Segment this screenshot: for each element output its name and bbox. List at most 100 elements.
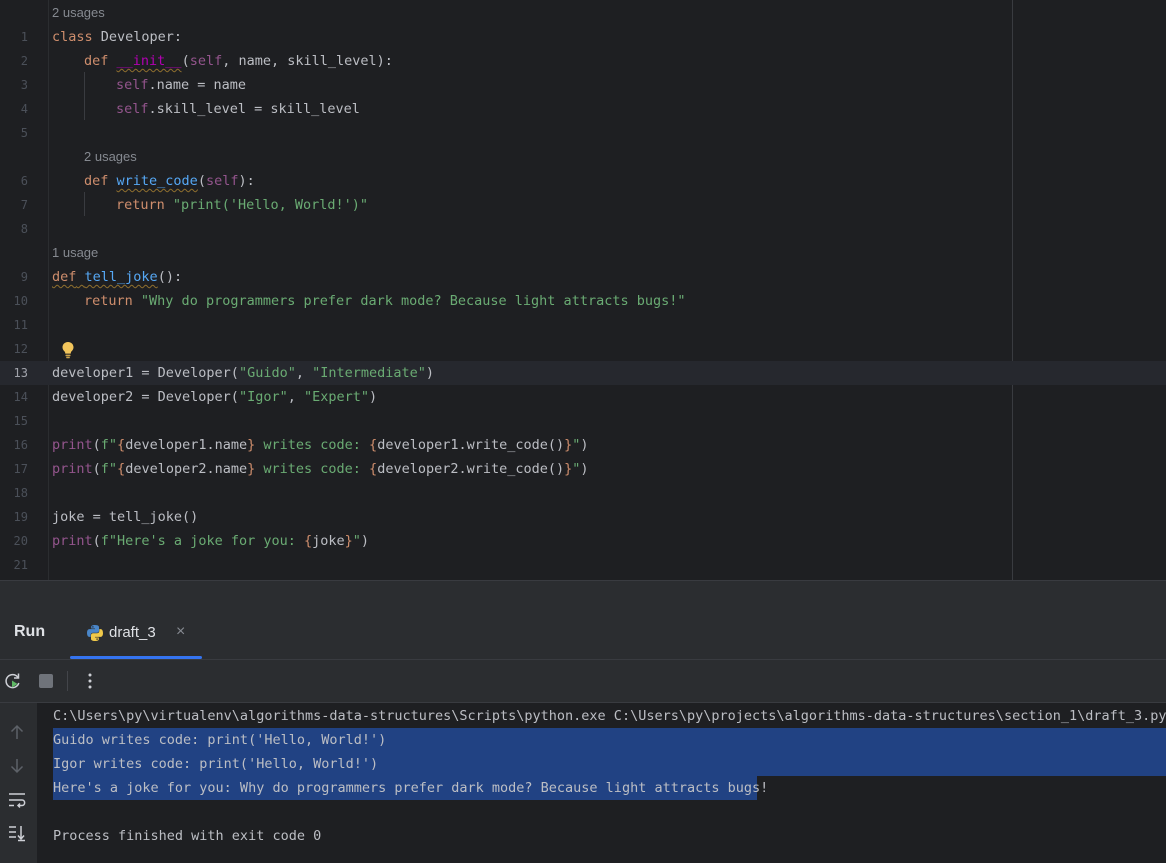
fstring-brace: { [303,533,313,549]
fstring-prefix: f" [100,437,118,453]
code-line: 18 [0,481,1166,505]
code-text: developer1.name [125,437,248,453]
line-number: 8 [20,222,28,236]
code-line: 1 class Developer: [0,25,1166,49]
run-panel-title: Run [14,623,46,640]
line-number: 9 [20,270,28,284]
run-toolbar [0,660,1166,703]
code-line: 9 def tell_joke(): [0,265,1166,289]
function-name: tell_joke [84,269,158,285]
code-line-current: 13 developer1 = Developer("Guido", "Inte… [0,361,1166,385]
code-line: 15 [0,409,1166,433]
code-editor[interactable]: 2 usages 1 class Developer: 2 def __init… [0,0,1166,581]
code-text: ( [92,533,101,549]
line-number: 10 [13,294,28,308]
keyword: class [52,29,93,45]
builtin-print: print [52,461,93,477]
active-tab-indicator [70,656,202,659]
rerun-icon[interactable] [3,671,23,691]
line-number: 6 [20,174,28,188]
code-text: .skill_level = skill_level [148,101,360,117]
keyword: return [84,293,133,309]
line-number: 12 [13,342,28,356]
code-text: developer1 = Developer( [52,365,239,381]
line-number: 19 [13,510,28,524]
dunder-method: __init__ [116,53,182,69]
usages-hint[interactable]: 2 usages [84,145,137,169]
python-file-icon [87,625,103,641]
console-output-line: Guido writes code: print('Hello, World!'… [53,732,387,748]
console-output[interactable]: C:\Users\py\virtualenv\algorithms-data-s… [37,703,1166,863]
line-number: 18 [13,486,28,500]
code-text: ( [92,437,101,453]
line-number: 5 [20,126,28,140]
code-text: developer2 = Developer( [52,389,239,405]
code-text: , [287,389,304,405]
code-line: 17 print(f"{developer2.name} writes code… [0,457,1166,481]
code-line: 16 print(f"{developer1.name} writes code… [0,433,1166,457]
code-line: 19 joke = tell_joke() [0,505,1166,529]
self-keyword: self [205,173,239,189]
code-line: 10 return "Why do programmers prefer dar… [0,289,1166,313]
keyword: def [84,173,109,189]
usages-hint[interactable]: 1 usage [52,241,98,265]
usages-hint[interactable]: 2 usages [52,1,105,25]
code-text: developer1.write_code() [377,437,565,453]
line-number: 14 [13,390,28,404]
code-text: ) [580,461,589,477]
fstring-brace: } [344,533,353,549]
more-options-icon[interactable] [80,671,100,691]
scroll-to-end-icon[interactable] [6,822,28,844]
soft-wrap-icon[interactable] [6,789,28,811]
string-literal: "Why do programmers prefer dark mode? Be… [140,293,686,309]
code-text: developer2.write_code() [377,461,565,477]
console-command-line: C:\Users\py\virtualenv\algorithms-data-s… [53,708,1166,724]
class-name: Developer: [92,29,183,45]
intention-bulb-icon[interactable] [61,341,75,359]
string-literal: "print('Hello, World!')" [172,197,368,213]
console-output-line: Igor writes code: print('Hello, World!') [53,756,379,772]
code-line: 8 [0,217,1166,241]
code-line: 20 print(f"Here's a joke for you: {joke}… [0,529,1166,553]
fstring-brace: { [117,461,126,477]
keyword: def [52,269,77,285]
code-line: 2 def __init__(self, name, skill_level): [0,49,1166,73]
builtin-print: print [52,437,93,453]
function-name: write_code [116,173,198,189]
line-number: 15 [13,414,28,428]
string-literal: "Igor" [238,389,288,405]
self-keyword: self [116,101,149,117]
fstring-brace: { [369,437,378,453]
line-number: 3 [20,78,28,92]
keyword: return [116,197,165,213]
stop-icon[interactable] [36,671,56,691]
line-number: 2 [20,54,28,68]
fstring-brace: { [369,461,378,477]
code-text: .name = name [148,77,247,93]
line-number: 1 [20,30,28,44]
string-literal: "Guido" [238,365,296,381]
line-number: 11 [13,318,28,332]
tab-label: draft_3 [109,624,156,641]
tab-draft-3[interactable]: draft_3 × [70,607,202,659]
toolbar-separator [67,671,68,691]
code-text: ( [181,53,190,69]
code-text: ): [238,173,255,189]
code-line: 5 [0,121,1166,145]
code-text: (): [157,269,183,285]
line-number: 16 [13,438,28,452]
code-text: , [295,365,313,381]
code-line: 12 [0,337,1166,361]
code-line: 21 [0,553,1166,577]
panel-splitter[interactable] [0,581,1166,607]
fstring-brace: { [117,437,126,453]
code-text: joke [312,533,345,549]
keyword: def [84,53,109,69]
line-number: 7 [20,198,28,212]
arrow-up-icon[interactable] [6,721,28,743]
close-icon[interactable]: × [176,623,185,641]
code-line: 7 return "print('Hello, World!')" [0,193,1166,217]
code-text: developer2.name [125,461,248,477]
line-number: 20 [13,534,28,548]
arrow-down-icon[interactable] [6,755,28,777]
